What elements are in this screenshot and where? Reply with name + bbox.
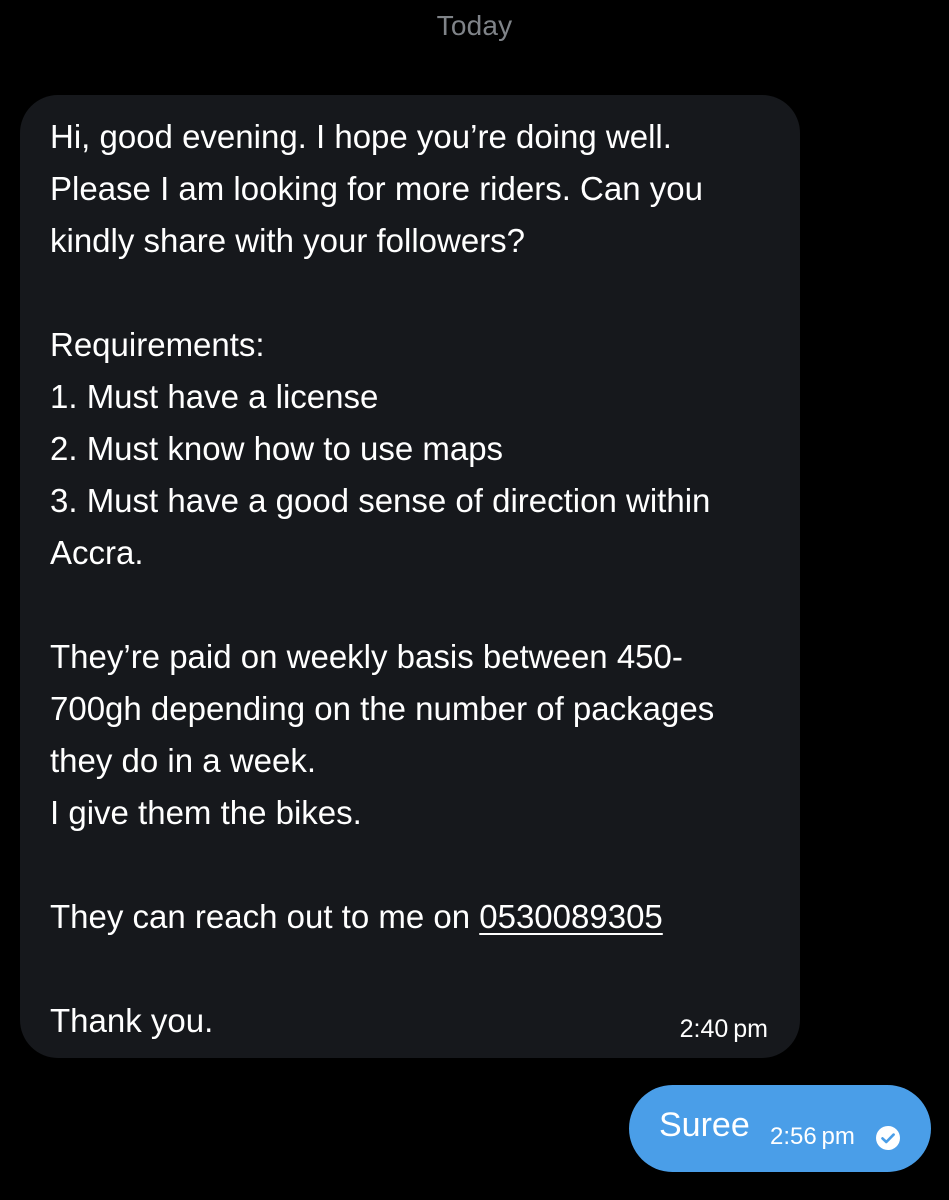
phone-number-link[interactable]: 0530089305 bbox=[479, 898, 663, 935]
outgoing-message-timestamp: 2:56 pm bbox=[770, 1123, 855, 1150]
requirement-item: 2. Must know how to use maps bbox=[50, 430, 504, 467]
date-separator: Today bbox=[436, 10, 513, 41]
message-paragraph: They’re paid on weekly basis between 450… bbox=[50, 638, 715, 779]
message-paragraph: I give them the bikes. bbox=[50, 794, 362, 831]
contact-line: They can reach out to me on 0530089305 bbox=[50, 891, 770, 943]
closing-line: Thank you. bbox=[50, 1002, 214, 1039]
contact-prefix: They can reach out to me on bbox=[50, 898, 480, 935]
message-paragraph: Hi, good evening. I hope you’re doing we… bbox=[50, 118, 703, 259]
requirements-title: Requirements: bbox=[50, 326, 265, 363]
outgoing-message-bubble[interactable]: Suree 2:56 pm bbox=[629, 1085, 931, 1172]
outgoing-message-text: Suree bbox=[659, 1106, 750, 1144]
message-timestamp: 2:40 pm bbox=[679, 1015, 768, 1043]
incoming-message-bubble[interactable]: Hi, good evening. I hope you’re doing we… bbox=[20, 95, 800, 1058]
message-body: Hi, good evening. I hope you’re doing we… bbox=[50, 111, 770, 1047]
requirement-item: 3. Must have a good sense of direction w… bbox=[50, 482, 711, 571]
requirement-item: 1. Must have a license bbox=[50, 378, 379, 415]
check-circle-icon bbox=[876, 1126, 900, 1150]
